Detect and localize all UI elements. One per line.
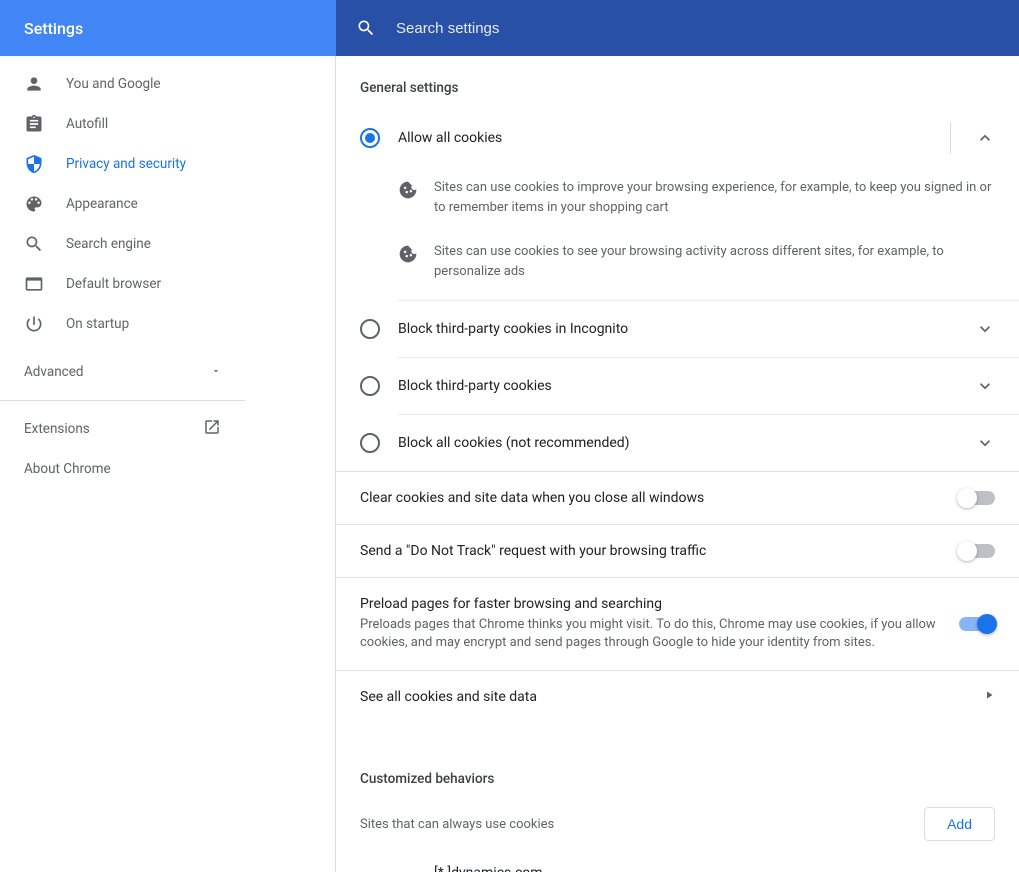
header: Settings [0, 0, 1019, 56]
open-in-new-icon [203, 418, 221, 440]
sidebar-item-privacy[interactable]: Privacy and security [0, 144, 245, 184]
desc-text: Sites can use cookies to improve your br… [434, 178, 995, 218]
radio-label: Block third-party cookies [398, 378, 975, 394]
switch-on[interactable] [959, 617, 995, 631]
general-settings-title: General settings [336, 56, 1019, 104]
link-see-all-cookies[interactable]: See all cookies and site data [336, 671, 1019, 723]
chevron-down-icon[interactable] [975, 433, 995, 453]
sidebar-item-on-startup[interactable]: On startup [0, 304, 245, 344]
toggle-clear-on-exit[interactable]: Clear cookies and site data when you clo… [336, 472, 1019, 524]
radio-label: Block all cookies (not recommended) [398, 435, 975, 451]
site-row: [*.]dynamics.com Including third-party c… [336, 853, 1019, 872]
radio-icon [360, 128, 380, 148]
nav-label: Appearance [66, 196, 138, 212]
browser-icon [24, 274, 44, 294]
sites-always-header: Sites that can always use cookies Add [336, 795, 1019, 853]
sidebar-item-default-browser[interactable]: Default browser [0, 264, 245, 304]
desc-text: Sites can use cookies to see your browsi… [434, 242, 995, 282]
cookie-icon [398, 244, 418, 264]
switch-off[interactable] [959, 544, 995, 558]
person-icon [24, 74, 44, 94]
page-title: Settings [24, 19, 83, 38]
sidebar-item-you-and-google[interactable]: You and Google [0, 64, 245, 104]
toggle-label: Clear cookies and site data when you clo… [360, 490, 943, 506]
radio-label: Block third-party cookies in Incognito [398, 321, 975, 337]
sidebar-about[interactable]: About Chrome [0, 449, 245, 489]
chevron-down-icon[interactable] [975, 319, 995, 339]
cookie-desc-2: Sites can use cookies to see your browsi… [336, 236, 1019, 300]
sidebar-item-autofill[interactable]: Autofill [0, 104, 245, 144]
radio-block-third-party-incognito[interactable]: Block third-party cookies in Incognito [336, 301, 1019, 357]
radio-block-third-party[interactable]: Block third-party cookies [336, 358, 1019, 414]
nav-label: Autofill [66, 116, 108, 132]
radio-icon [360, 319, 380, 339]
divider [950, 122, 951, 154]
clipboard-icon [24, 114, 44, 134]
customized-behaviors-title: Customized behaviors [336, 747, 1019, 795]
add-button[interactable]: Add [924, 807, 995, 841]
toggle-do-not-track[interactable]: Send a "Do Not Track" request with your … [336, 525, 1019, 577]
nav-label: Default browser [66, 276, 161, 292]
sidebar-item-appearance[interactable]: Appearance [0, 184, 245, 224]
nav-label: On startup [66, 316, 129, 332]
toggle-label: Preload pages for faster browsing and se… [360, 596, 943, 612]
divider [0, 400, 245, 401]
about-label: About Chrome [24, 461, 111, 477]
search-input[interactable] [396, 20, 1019, 37]
cookie-desc-1: Sites can use cookies to improve your br… [336, 172, 1019, 236]
toggle-label: Send a "Do Not Track" request with your … [360, 543, 943, 559]
nav-label: You and Google [66, 76, 161, 92]
chevron-down-icon[interactable] [975, 376, 995, 396]
radio-icon [360, 376, 380, 396]
nav-label: Privacy and security [66, 156, 186, 172]
sites-always-label: Sites that can always use cookies [360, 817, 554, 832]
link-label: See all cookies and site data [360, 689, 983, 705]
search-area [336, 0, 1019, 56]
nav-label: Search engine [66, 236, 151, 252]
search-icon [24, 234, 44, 254]
power-icon [24, 314, 44, 334]
toggle-preload[interactable]: Preload pages for faster browsing and se… [336, 578, 1019, 670]
shield-icon [24, 154, 44, 174]
palette-icon [24, 194, 44, 214]
toggle-sublabel: Preloads pages that Chrome thinks you mi… [360, 616, 943, 652]
extensions-label: Extensions [24, 421, 90, 437]
header-title-area: Settings [0, 0, 336, 56]
site-name: [*.]dynamics.com [434, 865, 967, 872]
advanced-label: Advanced [24, 364, 84, 380]
sidebar-advanced[interactable]: Advanced [0, 352, 245, 392]
switch-off[interactable] [959, 491, 995, 505]
chevron-up-icon[interactable] [975, 128, 995, 148]
radio-allow-all-cookies[interactable]: Allow all cookies [336, 104, 1019, 172]
radio-icon [360, 433, 380, 453]
main-content: General settings Allow all cookies Sites… [336, 56, 1019, 872]
radio-block-all[interactable]: Block all cookies (not recommended) [336, 415, 1019, 471]
sidebar-item-search-engine[interactable]: Search engine [0, 224, 245, 264]
radio-label: Allow all cookies [398, 130, 950, 146]
arrow-right-icon [983, 689, 995, 705]
sidebar: You and Google Autofill Privacy and secu… [0, 56, 336, 872]
chevron-down-icon [211, 364, 221, 380]
search-icon [356, 18, 376, 38]
sidebar-extensions[interactable]: Extensions [0, 409, 245, 449]
search-wrap[interactable] [356, 8, 1019, 48]
cookie-icon [398, 180, 418, 200]
